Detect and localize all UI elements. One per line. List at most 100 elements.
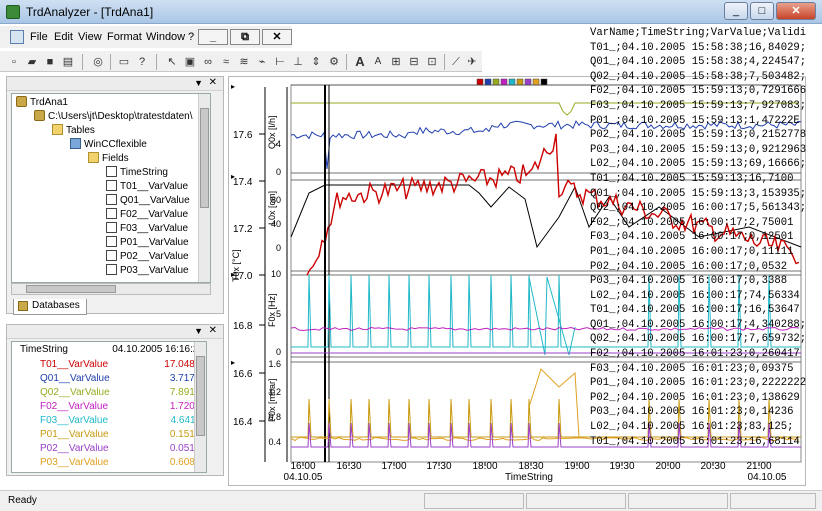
fit-icon[interactable]: ⊡ bbox=[424, 54, 440, 70]
tree-item-label: Tables bbox=[66, 125, 95, 136]
tree-item-fields[interactable]: Fields bbox=[88, 152, 129, 166]
databases-tab[interactable]: Databases bbox=[13, 299, 87, 315]
font-smaller-icon[interactable]: A bbox=[370, 54, 386, 70]
log-line: F03_;04.10.2005 16:00:17;0,12501 bbox=[590, 231, 794, 244]
f0x-tick: 5 bbox=[276, 309, 281, 319]
tree-view[interactable]: TrdAna1 C:\Users\jt\Desktop\tratestdaten… bbox=[11, 93, 211, 283]
tree-item-field[interactable]: T01__VarValue bbox=[106, 180, 188, 194]
values-row[interactable]: Q02__VarValue 7.89129 bbox=[12, 387, 206, 401]
variable-name: P02__VarValue bbox=[40, 443, 109, 454]
save-all-icon[interactable]: ▤ bbox=[60, 54, 76, 70]
maximize-button[interactable]: □ bbox=[750, 2, 774, 20]
log-line: P01_;04.10.2005 15:59:13;1,47222E bbox=[590, 114, 800, 127]
values-table: TimeString 04.10.2005 16:16:25 T01__VarV… bbox=[11, 341, 207, 473]
open-icon[interactable]: ▰ bbox=[24, 54, 40, 70]
database-icon bbox=[18, 301, 28, 311]
zoom-in-icon[interactable]: ⊞ bbox=[388, 54, 404, 70]
menu-format[interactable]: Format bbox=[107, 31, 142, 43]
folder-icon bbox=[52, 124, 63, 135]
save-icon[interactable]: ■ bbox=[42, 54, 58, 70]
close-icon[interactable]: ✕ bbox=[209, 325, 217, 336]
trend-icon[interactable]: ⟋ bbox=[448, 54, 464, 70]
ruler-icon[interactable]: ⊢ bbox=[272, 54, 288, 70]
tree-item-tables[interactable]: Tables bbox=[52, 124, 95, 138]
minimize-button[interactable]: _ bbox=[724, 2, 748, 20]
values-row[interactable]: F03__VarValue 4.64119 bbox=[12, 415, 206, 429]
binoculars-icon[interactable]: ∞ bbox=[200, 54, 216, 70]
help-icon[interactable]: ? bbox=[134, 54, 150, 70]
scrollbar-thumb[interactable] bbox=[196, 356, 205, 436]
field-icon bbox=[106, 166, 117, 177]
f0x-tick: 10 bbox=[271, 269, 281, 279]
tree-item-root[interactable]: TrdAna1 bbox=[16, 96, 68, 110]
pin-icon[interactable]: ▼ bbox=[194, 78, 203, 88]
tree-item-field[interactable]: F02__VarValue bbox=[106, 208, 188, 222]
close-icon[interactable]: ✕ bbox=[209, 77, 217, 88]
close-button[interactable]: ✕ bbox=[776, 2, 816, 20]
tree-horizontal-scrollbar[interactable] bbox=[11, 283, 211, 295]
tree-item-field[interactable]: P02__VarValue bbox=[106, 250, 189, 264]
tree-item-path[interactable]: C:\Users\jt\Desktop\tratestdaten\ bbox=[34, 110, 193, 124]
new-icon[interactable]: ▫ bbox=[6, 54, 22, 70]
tree-vertical-scrollbar[interactable] bbox=[198, 94, 210, 282]
variable-name: Q01__VarValue bbox=[40, 373, 110, 384]
globe-icon[interactable]: ◎ bbox=[90, 54, 106, 70]
pin-icon[interactable]: ▼ bbox=[194, 326, 203, 336]
mdi-restore-button[interactable]: ⧉ bbox=[230, 29, 260, 45]
export-icon[interactable]: ✈ bbox=[464, 54, 480, 70]
values-row[interactable]: P02__VarValue 0.05169 bbox=[12, 443, 206, 457]
tree-item-field[interactable]: P01__VarValue bbox=[106, 236, 189, 250]
menu-window[interactable]: Window bbox=[146, 31, 185, 43]
tree-item-field[interactable]: P03__VarValue bbox=[106, 264, 189, 278]
values-row[interactable]: F02__VarValue 1.72074 bbox=[12, 401, 206, 415]
databases-tab-label: Databases bbox=[32, 300, 80, 311]
print-icon[interactable]: ▭ bbox=[116, 54, 132, 70]
mdi-minimize-button[interactable]: _ bbox=[198, 29, 228, 45]
variable-name: F03__VarValue bbox=[40, 415, 109, 426]
log-line: P01_;04.10.2005 16:00:17;0,11111 bbox=[590, 245, 794, 258]
font-larger-icon[interactable]: A bbox=[352, 54, 368, 70]
tree-item-label: C:\Users\jt\Desktop\tratestdaten\ bbox=[48, 111, 193, 122]
zoom-out-icon[interactable]: ⊟ bbox=[406, 54, 422, 70]
curves-icon[interactable]: ≈ bbox=[218, 54, 234, 70]
tree-item-label: P01__VarValue bbox=[120, 237, 189, 248]
p0x-tick: 1.2 bbox=[268, 387, 281, 397]
tree-item-label: F02__VarValue bbox=[120, 209, 189, 220]
f0x-tick: 0 bbox=[276, 347, 281, 357]
values-row[interactable]: T01__VarValue 17.04848 bbox=[12, 359, 206, 373]
legend-swatch bbox=[484, 78, 492, 86]
pointer-icon[interactable]: ↖ bbox=[164, 54, 180, 70]
tree-item-label: TimeString bbox=[120, 167, 168, 178]
tree-item-field[interactable]: Q01__VarValue bbox=[106, 194, 190, 208]
l0x-tick: 0 bbox=[276, 243, 281, 253]
log-line: Q02_;04.10.2005 15:58:38;7,503482; bbox=[590, 70, 807, 83]
legend-swatch bbox=[532, 78, 540, 86]
curve-add-icon[interactable]: ≋ bbox=[236, 54, 252, 70]
values-row[interactable]: P03__VarValue 0.60836 bbox=[12, 457, 206, 471]
tree-item-field[interactable]: TimeString bbox=[106, 166, 168, 180]
data-text-log: VarName;TimeString;VarValue;Validi T01_;0… bbox=[590, 26, 812, 448]
menu-file[interactable]: File bbox=[30, 31, 48, 43]
p0x-tick: 0.8 bbox=[268, 412, 281, 422]
toolbar-separator bbox=[346, 54, 347, 70]
menu-view[interactable]: View bbox=[78, 31, 102, 43]
field-icon bbox=[106, 208, 117, 219]
scrollbar-thumb[interactable] bbox=[200, 108, 209, 208]
menu-edit[interactable]: Edit bbox=[54, 31, 73, 43]
values-row[interactable]: Q01__VarValue 3.71772 bbox=[12, 373, 206, 387]
mdi-close-button[interactable]: ✕ bbox=[262, 29, 292, 45]
scale-icon[interactable]: ⇕ bbox=[308, 54, 324, 70]
axis-pin-icon: ▸ bbox=[231, 172, 235, 181]
menu-help[interactable]: ? bbox=[188, 31, 194, 43]
cursor-icon[interactable]: ⌁ bbox=[254, 54, 270, 70]
axis-icon[interactable]: ⊥ bbox=[290, 54, 306, 70]
toolbar-separator bbox=[110, 54, 111, 70]
clipboard-icon[interactable]: ▣ bbox=[182, 54, 198, 70]
values-vertical-scrollbar[interactable] bbox=[194, 342, 206, 472]
values-row[interactable]: P01__VarValue 0.15128 bbox=[12, 429, 206, 443]
chart-settings-icon[interactable]: ⚙ bbox=[326, 54, 342, 70]
scrollbar-thumb[interactable] bbox=[26, 285, 116, 293]
tree-item-table[interactable]: WinCCflexible bbox=[70, 138, 147, 152]
y-tick-label: 16.4 bbox=[233, 417, 253, 428]
tree-item-field[interactable]: F03__VarValue bbox=[106, 222, 188, 236]
